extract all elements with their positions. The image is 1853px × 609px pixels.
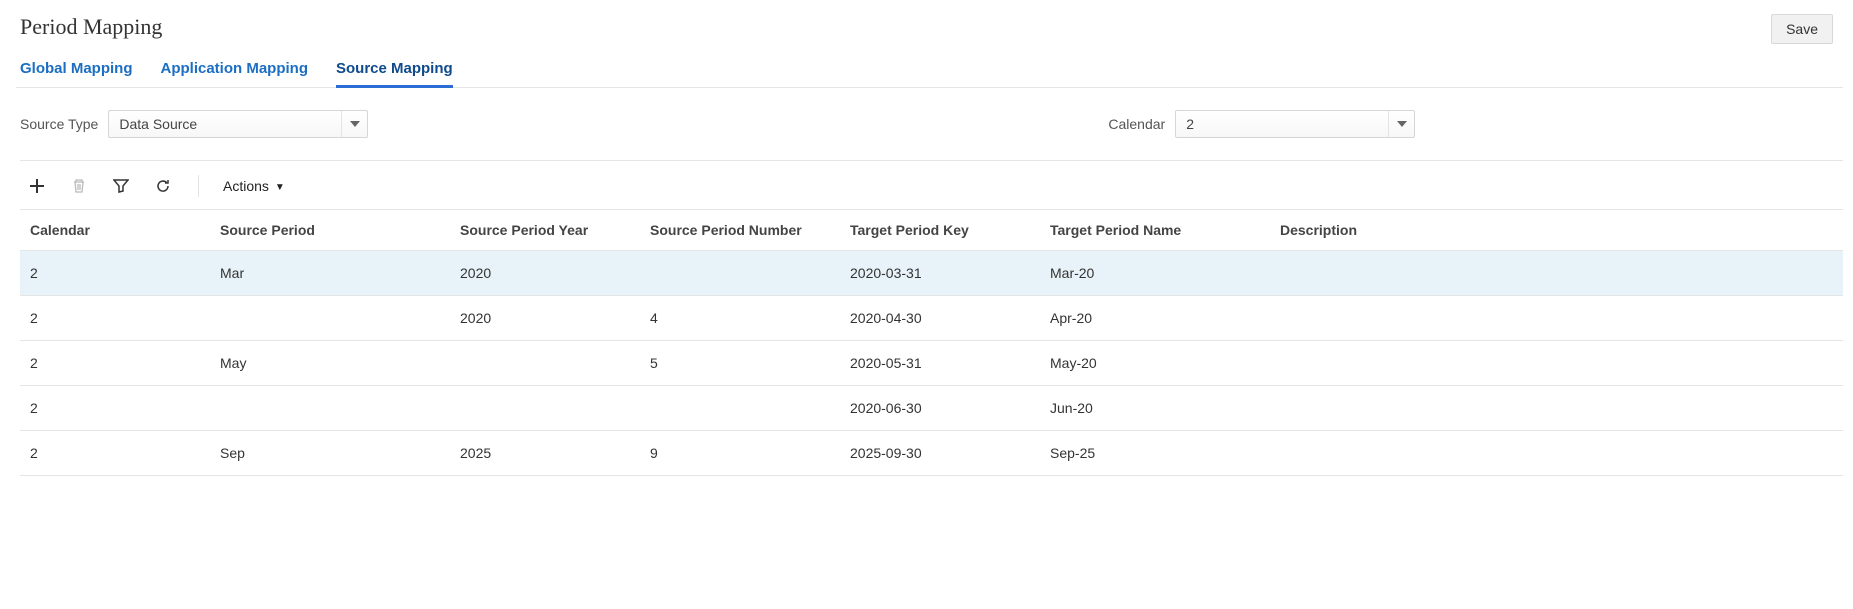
source-type-label: Source Type: [20, 116, 98, 132]
cell-target_period_key[interactable]: 2020-05-31: [840, 341, 1040, 386]
cell-calendar[interactable]: 2: [20, 386, 210, 431]
table-row[interactable]: 2 2020-06-30Jun-20: [20, 386, 1843, 431]
cell-source_period_year[interactable]: 2020: [450, 251, 640, 296]
tabs: Global Mapping Application Mapping Source …: [16, 52, 1843, 88]
cell-source_period_year[interactable]: [450, 386, 640, 431]
cell-description[interactable]: [1270, 341, 1843, 386]
calendar-select[interactable]: 2: [1175, 110, 1415, 138]
col-header-source-period[interactable]: Source Period: [210, 210, 450, 251]
col-header-target-period-key[interactable]: Target Period Key: [840, 210, 1040, 251]
tab-global-mapping[interactable]: Global Mapping: [20, 52, 133, 87]
cell-calendar[interactable]: 2: [20, 296, 210, 341]
cell-source_period_number[interactable]: [640, 251, 840, 296]
cell-calendar[interactable]: 2: [20, 431, 210, 476]
caret-down-icon: ▼: [275, 182, 285, 193]
cell-source_period[interactable]: Mar: [210, 251, 450, 296]
separator: [198, 175, 199, 197]
source-type-value: Data Source: [109, 116, 341, 132]
cell-source_period_year[interactable]: [450, 341, 640, 386]
table-toolbar: Actions ▼: [20, 161, 1843, 209]
table-row[interactable]: 2Mar2020 2020-03-31Mar-20: [20, 251, 1843, 296]
tab-application-mapping[interactable]: Application Mapping: [161, 52, 309, 87]
chevron-down-icon: [1388, 111, 1414, 137]
cell-calendar[interactable]: 2: [20, 251, 210, 296]
cell-description[interactable]: [1270, 386, 1843, 431]
save-button[interactable]: Save: [1771, 14, 1833, 44]
table-row[interactable]: 2 202042020-04-30Apr-20: [20, 296, 1843, 341]
cell-target_period_key[interactable]: 2025-09-30: [840, 431, 1040, 476]
cell-source_period_number[interactable]: 5: [640, 341, 840, 386]
cell-target_period_key[interactable]: 2020-04-30: [840, 296, 1040, 341]
cell-source_period[interactable]: [210, 296, 450, 341]
actions-menu[interactable]: Actions ▼: [223, 178, 285, 194]
cell-target_period_name[interactable]: Jun-20: [1040, 386, 1270, 431]
refresh-icon[interactable]: [152, 175, 174, 197]
cell-description[interactable]: [1270, 296, 1843, 341]
page-title: Period Mapping: [20, 14, 162, 40]
col-header-source-period-year[interactable]: Source Period Year: [450, 210, 640, 251]
cell-source_period[interactable]: Sep: [210, 431, 450, 476]
cell-description[interactable]: [1270, 251, 1843, 296]
cell-description[interactable]: [1270, 431, 1843, 476]
delete-icon: [68, 175, 90, 197]
cell-target_period_name[interactable]: Sep-25: [1040, 431, 1270, 476]
tab-source-mapping[interactable]: Source Mapping: [336, 52, 453, 87]
cell-source_period_year[interactable]: 2020: [450, 296, 640, 341]
calendar-value: 2: [1176, 116, 1388, 132]
chevron-down-icon: [341, 111, 367, 137]
cell-target_period_name[interactable]: May-20: [1040, 341, 1270, 386]
cell-source_period_number[interactable]: [640, 386, 840, 431]
cell-target_period_key[interactable]: 2020-06-30: [840, 386, 1040, 431]
table-row[interactable]: 2May 52020-05-31May-20: [20, 341, 1843, 386]
cell-target_period_name[interactable]: Apr-20: [1040, 296, 1270, 341]
actions-label: Actions: [223, 178, 269, 194]
cell-source_period_number[interactable]: 9: [640, 431, 840, 476]
cell-target_period_key[interactable]: 2020-03-31: [840, 251, 1040, 296]
cell-target_period_name[interactable]: Mar-20: [1040, 251, 1270, 296]
col-header-calendar[interactable]: Calendar: [20, 210, 210, 251]
col-header-source-period-number[interactable]: Source Period Number: [640, 210, 840, 251]
filters-bar: Source Type Data Source Calendar 2: [20, 88, 1843, 161]
period-mapping-table: Calendar Source Period Source Period Yea…: [20, 209, 1843, 476]
cell-source_period_number[interactable]: 4: [640, 296, 840, 341]
cell-source_period[interactable]: [210, 386, 450, 431]
filter-icon[interactable]: [110, 175, 132, 197]
add-icon[interactable]: [26, 175, 48, 197]
table-row[interactable]: 2Sep202592025-09-30Sep-25: [20, 431, 1843, 476]
cell-calendar[interactable]: 2: [20, 341, 210, 386]
cell-source_period[interactable]: May: [210, 341, 450, 386]
source-type-select[interactable]: Data Source: [108, 110, 368, 138]
cell-source_period_year[interactable]: 2025: [450, 431, 640, 476]
calendar-label: Calendar: [1108, 116, 1165, 132]
col-header-description[interactable]: Description: [1270, 210, 1843, 251]
col-header-target-period-name[interactable]: Target Period Name: [1040, 210, 1270, 251]
